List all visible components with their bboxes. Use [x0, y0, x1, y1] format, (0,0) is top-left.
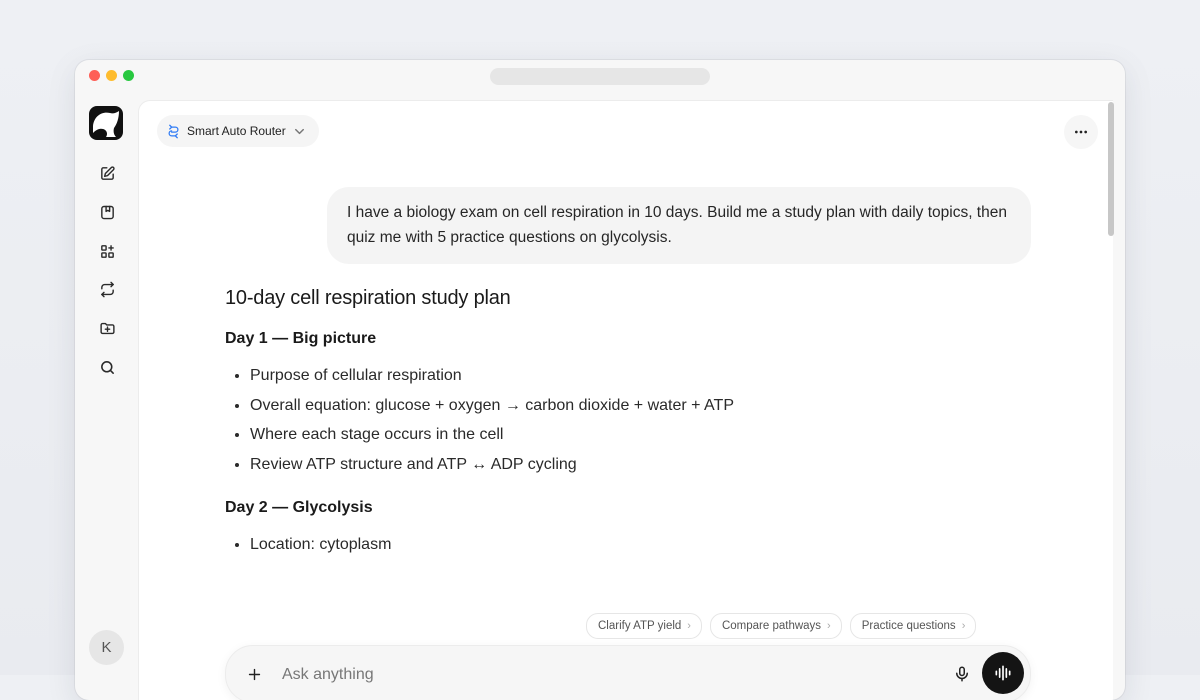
- list-item: Review ATP structure and ATP ↔ ADP cycli…: [250, 450, 965, 480]
- day-bullet-list: Location: cytoplasm: [225, 530, 965, 560]
- plus-icon: [248, 668, 260, 680]
- list-item: Where each stage occurs in the cell: [250, 420, 965, 450]
- sidebar: K: [75, 96, 138, 700]
- list-item: Location: cytoplasm: [250, 530, 965, 560]
- maximize-window-button[interactable]: [123, 70, 134, 81]
- avatar[interactable]: K: [89, 630, 124, 665]
- assistant-answer: 10-day cell respiration study plan Day 1…: [225, 287, 965, 580]
- waveform-icon: [995, 665, 1011, 681]
- answer-title: 10-day cell respiration study plan: [225, 287, 511, 309]
- logo-icon: [93, 111, 119, 137]
- day-heading: Day 2 — Glycolysis: [225, 499, 373, 516]
- composer: [225, 645, 1031, 700]
- day-heading: Day 1 — Big picture: [225, 330, 377, 347]
- scrollbar[interactable]: [1108, 102, 1114, 236]
- add-attachment-button[interactable]: [240, 660, 268, 688]
- grid-plus-icon: [100, 244, 114, 258]
- repeat-icon: [100, 281, 114, 297]
- chip-label: Practice questions: [861, 620, 956, 632]
- chip-label: Clarify ATP yield: [598, 620, 682, 632]
- folder-plus-icon: [99, 322, 115, 334]
- chat-panel: Smart Auto Router I have a biology exam …: [138, 100, 1113, 700]
- user-message: I have a biology exam on cell respiratio…: [327, 187, 1031, 264]
- search-button[interactable]: [95, 355, 119, 379]
- suggestion-chips: Clarify ATP yield › Compare pathways › P…: [586, 613, 977, 639]
- book-icon: [100, 205, 114, 219]
- chevron-right-icon: ›: [961, 620, 966, 632]
- address-bar[interactable]: [490, 68, 710, 85]
- search-icon: [100, 360, 114, 374]
- title-bar: [75, 60, 1125, 96]
- more-horizontal-icon: [1075, 130, 1087, 134]
- microphone-icon: [956, 666, 968, 682]
- minimize-window-button[interactable]: [106, 70, 117, 81]
- model-selector[interactable]: Smart Auto Router: [157, 115, 319, 147]
- model-label: Smart Auto Router: [187, 124, 286, 138]
- chevron-down-icon: [294, 128, 304, 134]
- list-item: Overall equation: glucose + oxygen → car…: [250, 391, 965, 421]
- suggestion-chip-clarify-atp[interactable]: Clarify ATP yield ›: [586, 613, 702, 639]
- folder-button[interactable]: [95, 316, 119, 340]
- more-options-button[interactable]: [1064, 115, 1098, 149]
- list-item: Purpose of cellular respiration: [250, 361, 965, 391]
- ask-input[interactable]: [280, 660, 884, 690]
- new-chat-button[interactable]: [95, 161, 119, 185]
- edit-icon: [100, 165, 115, 180]
- app-window: K Smart Auto Router I have a biology exa…: [75, 60, 1125, 700]
- apps-button[interactable]: [95, 239, 119, 263]
- chip-label: Compare pathways: [721, 620, 822, 632]
- router-icon: [168, 124, 179, 138]
- chevron-right-icon: ›: [827, 620, 831, 632]
- suggestion-chip-compare-pathways[interactable]: Compare pathways ›: [709, 613, 842, 639]
- voice-mode-button[interactable]: [982, 652, 1024, 694]
- swap-button[interactable]: [95, 277, 119, 301]
- library-button[interactable]: [95, 200, 119, 224]
- suggestion-chip-practice-questions[interactable]: Practice questions ›: [849, 613, 977, 639]
- chevron-right-icon: ›: [687, 620, 691, 632]
- day-bullet-list: Purpose of cellular respiration Overall …: [225, 361, 965, 479]
- app-logo[interactable]: [89, 106, 123, 140]
- close-window-button[interactable]: [89, 70, 100, 81]
- dictate-button[interactable]: [948, 660, 976, 688]
